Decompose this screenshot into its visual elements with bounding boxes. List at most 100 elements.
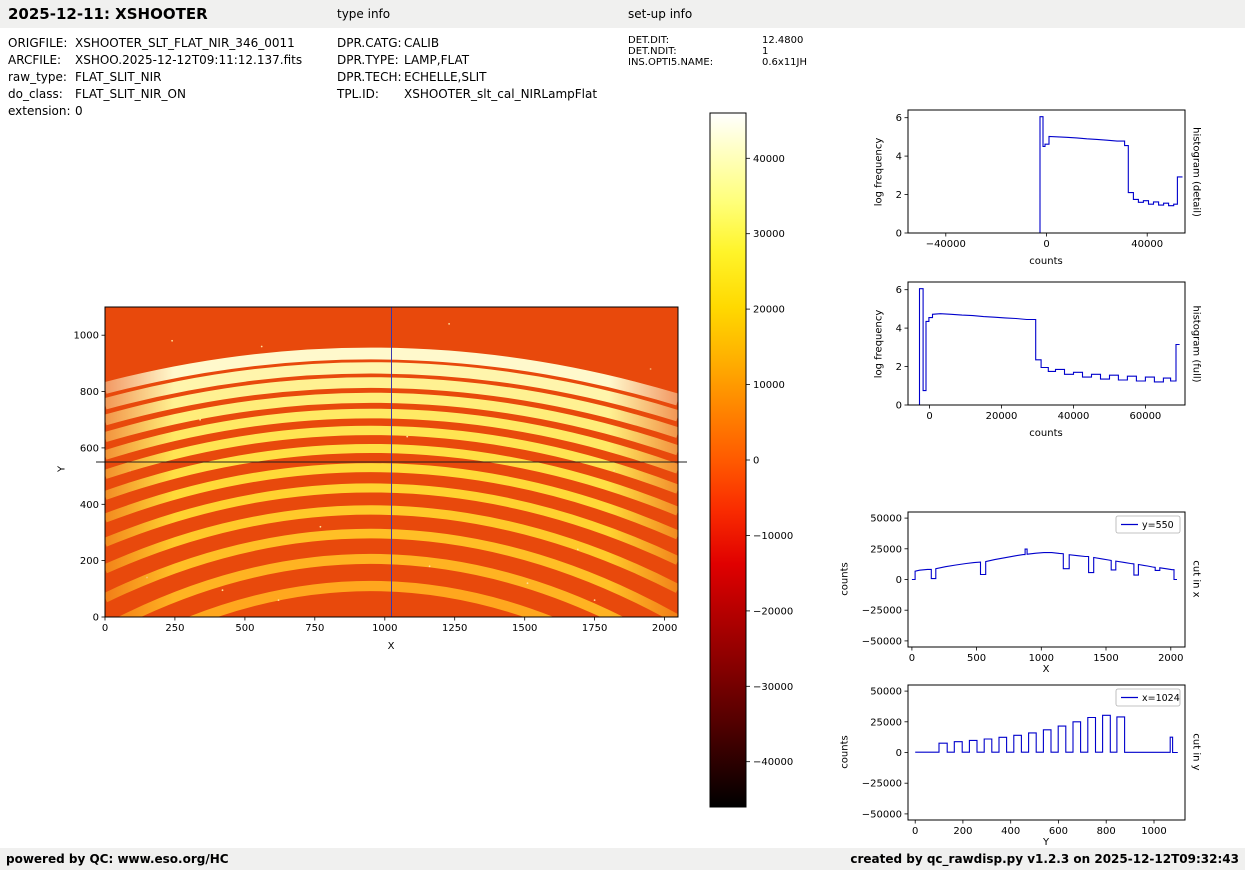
meta-row-extension: extension: 0: [8, 103, 302, 120]
svg-text:800: 800: [80, 387, 99, 398]
hist-detail-right-label: histogram (detail): [1190, 127, 1202, 217]
svg-text:0: 0: [93, 613, 99, 624]
svg-text:30000: 30000: [753, 229, 785, 240]
svg-text:50000: 50000: [870, 514, 902, 525]
svg-text:6: 6: [896, 285, 902, 296]
extension-label: extension:: [8, 104, 71, 118]
svg-text:40000: 40000: [753, 154, 785, 165]
meta-row-dpr-tech: DPR.TECH: ECHELLE,SLIT: [337, 69, 597, 86]
arcfile-label: ARCFILE:: [8, 53, 62, 67]
svg-text:250: 250: [165, 623, 184, 634]
svg-text:1000: 1000: [1029, 653, 1054, 664]
svg-text:6: 6: [896, 113, 902, 124]
svg-text:20000: 20000: [753, 305, 785, 316]
raw-image-canvas: 0 250 500 750 1000 1250 1500 1750 2000 0 200 400 600…: [74, 306, 687, 634]
colorbar-canvas: 40000 30000 20000 10000 0 −10000 −20000 −30000 −…: [709, 112, 793, 808]
svg-text:0: 0: [1043, 239, 1049, 250]
svg-text:0: 0: [912, 826, 918, 837]
type-info-heading: type info: [337, 7, 391, 21]
cut-x-ylabel: counts: [839, 562, 851, 596]
type-info-block: DPR.CATG: CALIB DPR.TYPE: LAMP,FLAT DPR.…: [337, 35, 597, 103]
svg-text:750: 750: [305, 623, 324, 634]
hist-detail-xlabel: counts: [1029, 256, 1063, 267]
svg-text:40000: 40000: [1058, 411, 1090, 422]
image-xlabel: X: [387, 641, 395, 652]
svg-text:200: 200: [80, 556, 99, 567]
svg-text:1250: 1250: [442, 623, 467, 634]
svg-text:1000: 1000: [372, 623, 397, 634]
meta-row-dpr-type: DPR.TYPE: LAMP,FLAT: [337, 52, 597, 69]
svg-text:0: 0: [896, 575, 902, 586]
svg-text:0: 0: [753, 456, 759, 467]
meta-row-doclass: do_class: FLAT_SLIT_NIR_ON: [8, 86, 302, 103]
svg-text:−30000: −30000: [753, 682, 793, 693]
svg-text:25000: 25000: [870, 717, 902, 728]
det-dit-label: DET.DIT:: [628, 35, 670, 46]
meta-row-ins-opti5: INS.OPTI5.NAME: 0.6x11JH: [628, 57, 807, 68]
footer-bar: powered by QC: www.eso.org/HC created by…: [0, 848, 1245, 870]
ins-opti5-value: 0.6x11JH: [762, 57, 808, 68]
svg-text:600: 600: [1049, 826, 1068, 837]
meta-row-dpr-catg: DPR.CATG: CALIB: [337, 35, 597, 52]
svg-text:500: 500: [967, 653, 986, 664]
svg-text:40000: 40000: [1131, 239, 1163, 250]
svg-text:0: 0: [926, 411, 932, 422]
meta-row-origfile: ORIGFILE: XSHOOTER_SLT_FLAT_NIR_346_0011: [8, 35, 302, 52]
dpr-tech-value: ECHELLE,SLIT: [404, 70, 487, 84]
colorbar: 40000 30000 20000 10000 0 −10000 −20000 −30000 −…: [690, 107, 800, 817]
svg-text:−40000: −40000: [926, 239, 966, 250]
doclass-value: FLAT_SLIT_NIR_ON: [75, 87, 186, 101]
svg-text:1750: 1750: [582, 623, 607, 634]
svg-text:500: 500: [235, 623, 254, 634]
cut-in-x-plot: 0 500 1000 1500 2000 −50000 −25000 0 25000 50000 y…: [840, 506, 1205, 682]
svg-text:x=1024: x=1024: [1142, 693, 1180, 704]
setup-info-heading: set-up info: [628, 7, 693, 21]
svg-text:0: 0: [896, 748, 902, 759]
svg-text:50000: 50000: [870, 687, 902, 698]
svg-text:0: 0: [896, 229, 902, 240]
hist-full-ylabel: log frequency: [873, 309, 885, 379]
svg-text:4: 4: [896, 324, 902, 335]
tpl-id-value: XSHOOTER_slt_cal_NIRLampFlat: [404, 87, 598, 101]
svg-text:−50000: −50000: [862, 809, 902, 820]
svg-text:y=550: y=550: [1142, 520, 1174, 531]
origfile-value: XSHOOTER_SLT_FLAT_NIR_346_0011: [75, 36, 295, 50]
det-ndit-label: DET.NDIT:: [628, 46, 677, 57]
hist-full-right-label: histogram (full): [1190, 305, 1202, 383]
svg-text:4: 4: [896, 152, 902, 163]
arcfile-value: XSHOO.2025-12-12T09:11:12.137.fits: [75, 53, 303, 67]
cut-y-xlabel: Y: [1042, 837, 1050, 848]
svg-text:400: 400: [1001, 826, 1020, 837]
rawtype-value: FLAT_SLIT_NIR: [75, 70, 162, 84]
setup-info-block: DET.DIT: 12.4800 DET.NDIT: 1 INS.OPTI5.N…: [628, 35, 807, 68]
dpr-catg-value: CALIB: [404, 36, 440, 50]
svg-text:600: 600: [80, 443, 99, 454]
svg-text:−50000: −50000: [862, 636, 902, 647]
svg-text:20000: 20000: [986, 411, 1018, 422]
histogram-detail-canvas: −40000 0 40000 0 2 4 6: [896, 109, 1186, 250]
det-dit-value: 12.4800: [762, 35, 804, 46]
hist-detail-ylabel: log frequency: [873, 137, 885, 207]
footer-credit-left: powered by QC: www.eso.org/HC: [6, 852, 229, 866]
origfile-label: ORIGFILE:: [8, 36, 68, 50]
meta-row-det-ndit: DET.NDIT: 1: [628, 46, 807, 57]
svg-text:−40000: −40000: [753, 757, 793, 768]
rawtype-label: raw_type:: [8, 70, 67, 84]
svg-text:−25000: −25000: [862, 779, 902, 790]
svg-text:2: 2: [896, 362, 902, 373]
histogram-full-canvas: 0 20000 40000 60000 0 2 4 6: [896, 281, 1186, 422]
svg-text:1500: 1500: [512, 623, 537, 634]
image-ylabel: Y: [56, 465, 68, 473]
cut-in-y-plot: 0 200 400 600 800 1000 −50000 −25000 0 25000 50000…: [840, 679, 1205, 855]
svg-text:60000: 60000: [1129, 411, 1161, 422]
histogram-detail-plot: −40000 0 40000 0 2 4 6 log frequency counts hi…: [860, 104, 1205, 276]
extension-value: 0: [75, 104, 83, 118]
svg-text:0: 0: [896, 401, 902, 412]
svg-text:1000: 1000: [1141, 826, 1166, 837]
svg-text:0: 0: [102, 623, 108, 634]
svg-text:−10000: −10000: [753, 531, 793, 542]
dpr-tech-label: DPR.TECH:: [337, 70, 402, 84]
svg-text:0: 0: [909, 653, 915, 664]
cut-x-right-label: cut in x: [1190, 560, 1202, 598]
svg-text:200: 200: [953, 826, 972, 837]
